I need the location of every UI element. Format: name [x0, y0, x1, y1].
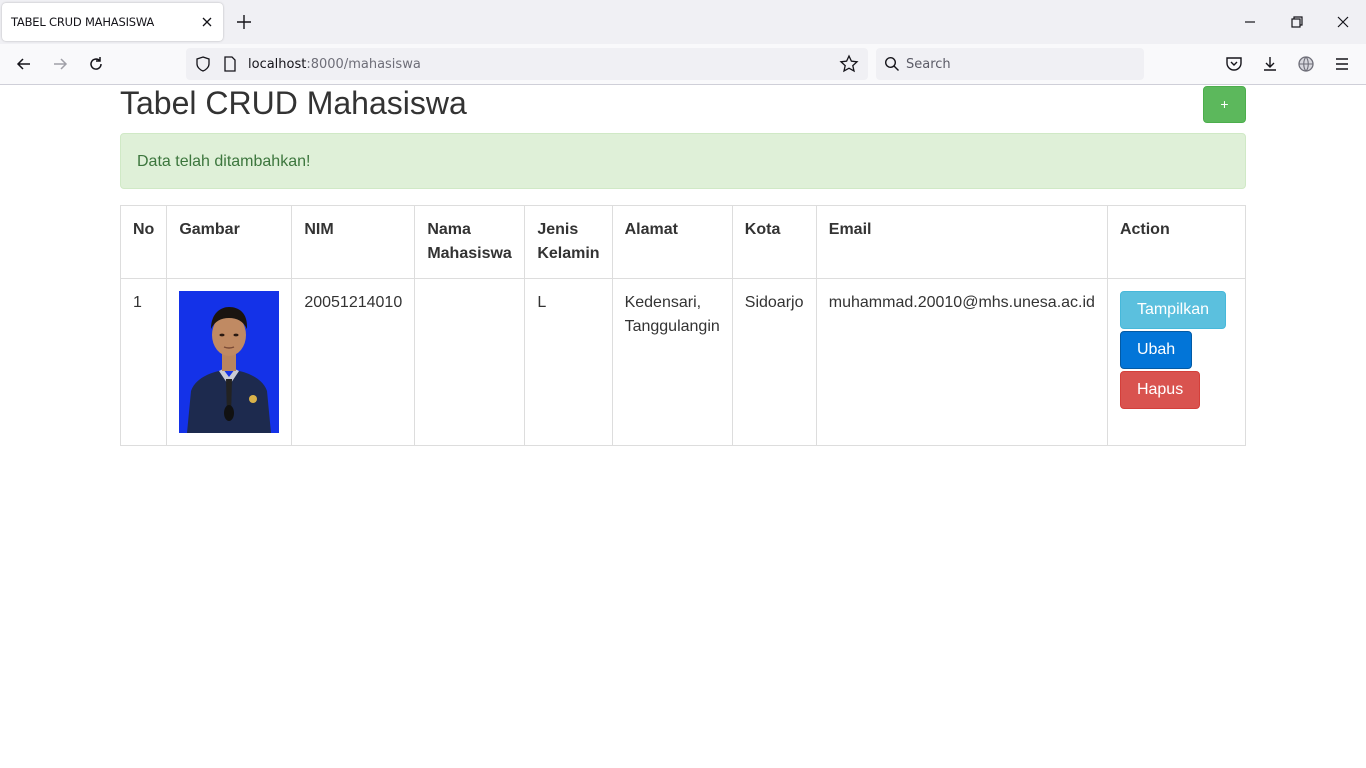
back-icon[interactable]: [14, 54, 34, 74]
cell-gambar: [166, 278, 293, 446]
table-header-row: No Gambar NIM Nama Mahasiswa Jenis Kelam…: [119, 205, 1247, 279]
restore-icon[interactable]: [1287, 12, 1307, 32]
success-alert: Data telah ditambahkan!: [120, 133, 1246, 189]
tampilkan-button[interactable]: Tampilkan: [1119, 291, 1226, 329]
search-bar[interactable]: Search: [876, 48, 1144, 80]
ubah-button[interactable]: Ubah: [1119, 331, 1193, 369]
browser-tab-active[interactable]: TABEL CRUD MAHASISWA: [2, 3, 223, 41]
add-button[interactable]: +: [1203, 86, 1246, 123]
minimize-icon[interactable]: [1240, 12, 1260, 32]
cell-nim: 20051214010: [291, 278, 416, 446]
search-icon: [884, 56, 899, 71]
tab-title: TABEL CRUD MAHASISWA: [11, 15, 155, 29]
cell-nama: [414, 278, 526, 446]
globe-icon[interactable]: [1296, 54, 1316, 74]
header-kota: Kota: [731, 205, 817, 279]
student-photo-image: [179, 291, 280, 433]
table-row: 1 20051214010 L Kedensari, Tanggulangin …: [119, 278, 1247, 446]
page-icon[interactable]: [222, 55, 238, 73]
student-photo: [179, 291, 280, 433]
header-no: No: [119, 205, 168, 279]
reload-icon[interactable]: [86, 54, 106, 74]
browser-tab-bar: TABEL CRUD MAHASISWA: [0, 0, 1366, 44]
page-title: Tabel CRUD Mahasiswa: [120, 85, 467, 121]
cell-jenis-kelamin: L: [524, 278, 613, 446]
close-window-icon[interactable]: [1333, 12, 1353, 32]
forward-icon[interactable]: [50, 54, 70, 74]
bookmark-star-icon[interactable]: [839, 54, 859, 74]
header-jenis-kelamin: Jenis Kelamin: [524, 205, 613, 279]
cell-action: Tampilkan Ubah Hapus: [1106, 278, 1247, 446]
pocket-icon[interactable]: [1224, 54, 1244, 74]
header-email: Email: [815, 205, 1108, 279]
cell-no: 1: [119, 278, 168, 446]
cell-alamat: Kedensari, Tanggulangin: [611, 278, 733, 446]
cell-kota: Sidoarjo: [731, 278, 817, 446]
mahasiswa-table: No Gambar NIM Nama Mahasiswa Jenis Kelam…: [119, 205, 1247, 446]
page-content: Tabel CRUD Mahasiswa + Data telah ditamb…: [0, 85, 1366, 768]
shield-icon[interactable]: [194, 55, 212, 73]
menu-icon[interactable]: [1332, 54, 1352, 74]
header-nama: Nama Mahasiswa: [414, 205, 526, 279]
cell-email: muhammad.20010@mhs.unesa.ac.id: [815, 278, 1108, 446]
browser-nav-bar: localhost:8000/mahasiswa Search: [0, 44, 1366, 85]
close-tab-icon[interactable]: [198, 13, 216, 31]
new-tab-icon[interactable]: [234, 12, 254, 32]
url-text[interactable]: localhost:8000/mahasiswa: [248, 57, 421, 72]
header-gambar: Gambar: [166, 205, 293, 279]
header-nim: NIM: [291, 205, 416, 279]
search-input[interactable]: Search: [906, 57, 951, 72]
header-alamat: Alamat: [611, 205, 733, 279]
header-action: Action: [1106, 205, 1247, 279]
download-icon[interactable]: [1260, 54, 1280, 74]
address-bar[interactable]: localhost:8000/mahasiswa: [186, 48, 868, 80]
hapus-button[interactable]: Hapus: [1119, 371, 1201, 409]
